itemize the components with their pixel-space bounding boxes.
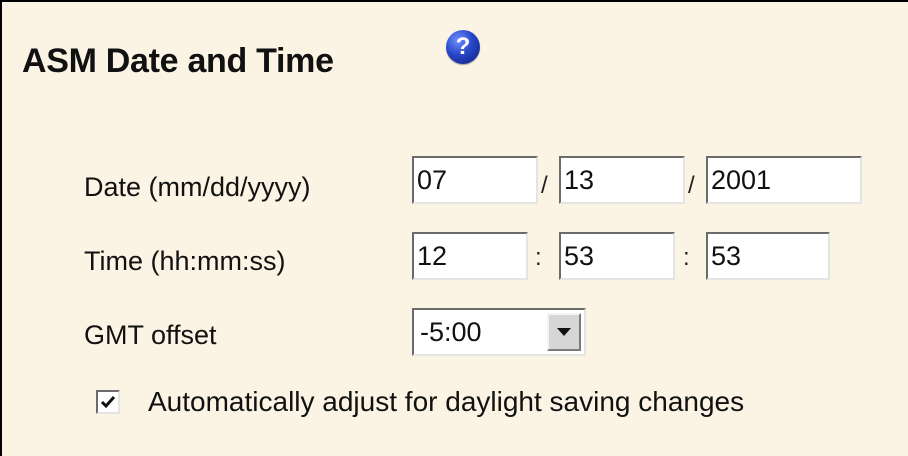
chevron-down-icon [557, 328, 571, 336]
gmt-offset-value: -5:00 [420, 317, 482, 347]
time-minutes-input[interactable] [559, 232, 675, 280]
time-separator: : [535, 244, 542, 271]
time-label: Time (hh:mm:ss) [84, 246, 286, 276]
date-label: Date (mm/dd/yyyy) [84, 172, 311, 202]
help-question-icon[interactable]: ? [446, 30, 480, 64]
dst-checkbox[interactable] [96, 390, 120, 414]
date-month-input[interactable] [412, 156, 538, 204]
gmt-offset-select[interactable]: -5:00 [412, 308, 586, 356]
date-time-panel: ASM Date and Time ? Date (mm/dd/yyyy) / … [0, 0, 908, 456]
date-year-input[interactable] [706, 156, 862, 204]
time-hours-input[interactable] [412, 232, 528, 280]
date-separator: / [688, 172, 695, 199]
checkmark-icon [100, 396, 116, 409]
date-day-input[interactable] [559, 156, 685, 204]
time-seconds-input[interactable] [706, 232, 830, 280]
dropdown-arrow-button[interactable] [547, 313, 581, 351]
page-title: ASM Date and Time [22, 42, 334, 80]
time-separator: : [683, 244, 690, 271]
gmt-offset-label: GMT offset [84, 320, 217, 350]
dst-checkbox-label: Automatically adjust for daylight saving… [148, 386, 745, 417]
date-separator: / [541, 172, 548, 199]
